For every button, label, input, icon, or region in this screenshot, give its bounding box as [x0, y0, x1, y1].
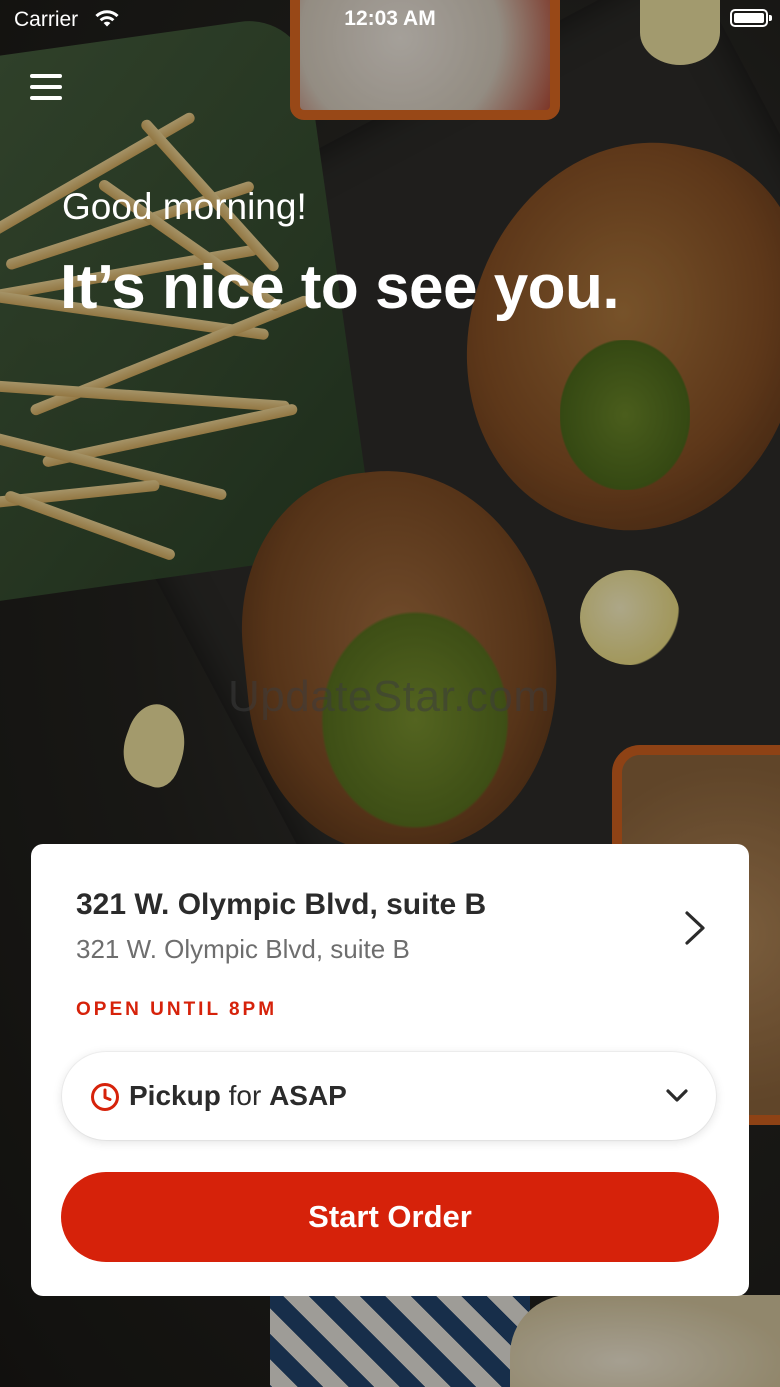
watermark: UpdateStar.com: [228, 672, 551, 721]
order-mode-text: Pickup for ASAP: [129, 1080, 347, 1112]
order-card: 321 W. Olympic Blvd, suite B 321 W. Olym…: [31, 844, 749, 1296]
store-hours: OPEN UNTIL 8PM: [76, 999, 278, 1020]
order-mode: Pickup: [129, 1080, 221, 1111]
location-name: 321 W. Olympic Blvd, suite B: [76, 888, 487, 921]
pickup-time-dropdown[interactable]: Pickup for ASAP: [62, 1052, 716, 1140]
location-address: 321 W. Olympic Blvd, suite B: [76, 934, 410, 964]
chevron-down-icon: [666, 1089, 688, 1102]
hamburger-menu-icon[interactable]: [30, 74, 62, 104]
clock-icon: [91, 1083, 119, 1111]
status-bar: Carrier 12:03 AM: [0, 0, 780, 40]
start-order-button[interactable]: Start Order: [61, 1172, 719, 1262]
headline-text: It’s nice to see you.: [60, 253, 620, 322]
order-mode-connector: for: [228, 1080, 262, 1111]
status-time: 12:03 AM: [344, 7, 436, 30]
location-selector[interactable]: 321 W. Olympic Blvd, suite B 321 W. Olym…: [31, 844, 749, 974]
greeting-text: Good morning!: [62, 186, 307, 227]
chevron-right-icon: [685, 911, 705, 945]
battery-icon: [730, 9, 772, 27]
order-time: ASAP: [269, 1080, 347, 1111]
